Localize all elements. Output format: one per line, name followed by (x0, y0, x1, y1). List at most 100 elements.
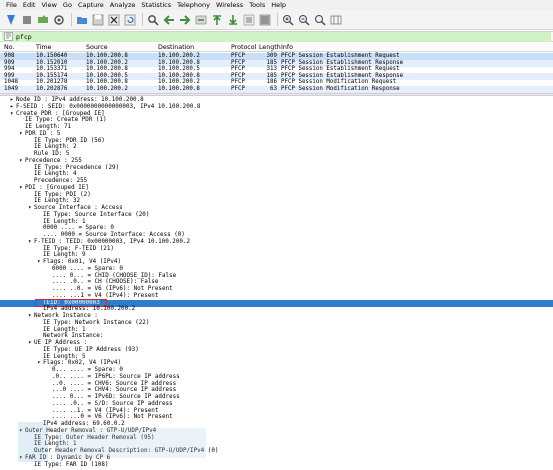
first-packet-icon[interactable] (210, 13, 223, 26)
display-filter-bar: pfcp (0, 31, 553, 42)
toolbar-separator (71, 13, 72, 26)
tree-text: IE Type: UE IP Address (93) (43, 346, 139, 353)
zoom-normal-icon[interactable] (313, 13, 326, 26)
tree-text: Rule ID: 5 (34, 151, 70, 157)
packet-cell-source: 10.100.200.2 (86, 86, 128, 92)
tree-text: IE Type: PDI (2) (34, 191, 91, 198)
packet-row[interactable]: 1049 10.202876 10.100.200.2 10.100.200.8 PFC… (0, 86, 553, 93)
tree-text: ..0. .... = CHV6: Source IP address (52, 380, 177, 387)
start-capture-icon[interactable] (4, 13, 17, 26)
close-file-icon[interactable] (107, 13, 120, 26)
menu-view[interactable]: View (41, 0, 56, 10)
column-header-no[interactable]: No. (4, 44, 14, 51)
menu-tools[interactable]: Tools (249, 0, 265, 10)
tree-text: 0000 .... = Spare: 0 (52, 265, 123, 272)
column-header-info[interactable]: Info (281, 44, 293, 51)
column-header-time[interactable]: Time (36, 44, 51, 51)
tree-text: ...0 .... = CHV4: Source IP address (52, 387, 177, 394)
menu-file[interactable]: File (6, 0, 17, 10)
menu-edit[interactable]: Edit (23, 0, 36, 10)
tree-text: Create PDR : [Grouped IE] (16, 110, 105, 117)
tree-text: IE Type: Source Interface (20) (43, 211, 150, 218)
packet-cell-time: 10.202876 (36, 86, 68, 92)
menu-help[interactable]: Help (271, 0, 286, 10)
open-file-icon[interactable] (75, 13, 88, 26)
tree-text: IE Type: F-TEID (21) (43, 245, 114, 252)
packet-list-header: No. Time Source Destination Protocol Len… (0, 43, 553, 52)
packet-cell-protocol: PFCP (231, 86, 245, 92)
colorize-icon[interactable] (258, 13, 271, 26)
menu-go[interactable]: Go (63, 0, 72, 10)
tree-text: 0000 .... = Spare: 0 (43, 225, 114, 232)
find-packet-icon[interactable] (146, 13, 159, 26)
restart-capture-icon[interactable] (36, 13, 49, 26)
tree-text: IE Length: 32 (34, 198, 81, 205)
tree-text: .... ..0. = V6 (IPv6): Not Present (52, 286, 173, 292)
tree-text: Network Instance : (34, 313, 98, 319)
reload-icon[interactable] (123, 13, 136, 26)
display-filter-value[interactable]: pfcp (16, 33, 32, 41)
display-filter-input[interactable] (2, 32, 551, 42)
tree-text: IE Length: 4 (34, 171, 77, 178)
go-back-icon[interactable] (162, 13, 175, 26)
bookmark-icon[interactable] (4, 32, 13, 41)
zoom-in-icon[interactable] (281, 13, 294, 26)
last-packet-icon[interactable] (226, 13, 239, 26)
tree-text: Flags: 0x01, V4 (IPv4) (43, 259, 122, 265)
menu-bar: File Edit View Go Capture Analyze Statis… (0, 0, 553, 10)
tree-text: IE Length: 5 (43, 353, 86, 360)
toolbar-separator (142, 13, 143, 26)
resize-columns-icon[interactable] (329, 13, 342, 26)
tree-text: .... 0... = CHID (CHOOSE_ID): False (52, 272, 177, 279)
tree-text: IE Type: Precedence (29) (34, 164, 120, 171)
tree-text: IE Type: Network Instance (22) (43, 319, 150, 326)
capture-options-icon[interactable] (52, 13, 65, 26)
packet-cell-info: PFCP Session Modification Response (281, 86, 400, 92)
go-forward-icon[interactable] (178, 13, 191, 26)
save-file-icon[interactable] (91, 13, 104, 26)
column-header-length[interactable]: Length (259, 44, 281, 51)
main-toolbar (0, 10, 553, 30)
go-to-packet-icon[interactable] (194, 13, 207, 26)
tree-text: Precedence : 255 (25, 157, 82, 164)
column-header-destination[interactable]: Destination (158, 44, 194, 51)
stop-capture-icon[interactable] (20, 13, 33, 26)
watermark-logo (18, 422, 206, 462)
tree-text: .... 0000 = Source Interface: Access (0) (43, 232, 185, 238)
tree-text: Precedence: 255 (34, 178, 88, 184)
tree-text: IE Length: 2 (34, 144, 77, 151)
tree-text: IE Length: 1 (43, 326, 86, 333)
tree-text: Network Instance: (43, 333, 104, 340)
tree-text: UE IP Address : (34, 340, 88, 346)
tree-text: Flags: 0x02, V4 (IPv4) (43, 360, 122, 367)
tree-text: .... ..1. = V4 (IPv4): Present (52, 407, 159, 414)
tree-text: .... 0... = IPv6D: Source IP address (52, 394, 180, 400)
tree-text: PDI : [Grouped IE] (25, 184, 89, 191)
toolbar-separator (277, 13, 278, 26)
tree-text: .0.. .... = IP6PL: Source IP address (52, 373, 180, 380)
packet-cell-no: 1049 (4, 86, 18, 92)
tree-text: IE Length: 1 (43, 218, 86, 225)
menu-telephony[interactable]: Telephony (177, 0, 210, 10)
menu-analyze[interactable]: Analyze (110, 0, 136, 10)
menu-capture[interactable]: Capture (78, 0, 104, 10)
tree-text: 0... .... = Spare: 0 (52, 367, 123, 373)
column-header-protocol[interactable]: Protocol (231, 44, 256, 51)
tree-text: F-TEID : TEID: 0x00000003, IPv4 10.100.2… (34, 238, 191, 245)
auto-scroll-icon[interactable] (242, 13, 255, 26)
tree-text: IE Type: PDR ID (56) (34, 137, 105, 144)
tree-text: .... .0.. = CH (CHOOSE): False (52, 279, 159, 286)
tree-text: Node ID : IPv4 address: 10.100.200.8 (16, 97, 144, 103)
packet-cell-length: 63 (270, 86, 277, 92)
packet-list: No. Time Source Destination Protocol Len… (0, 43, 553, 93)
menu-wireless[interactable]: Wireless (216, 0, 243, 10)
menu-statistics[interactable]: Statistics (141, 0, 171, 10)
packet-cell-destination: 10.100.200.8 (158, 86, 200, 92)
zoom-out-icon[interactable] (297, 13, 310, 26)
packet-details-tree: ▸ Node ID : IPv4 address: 10.100.200.8 ▸ F-… (0, 96, 553, 470)
column-header-source[interactable]: Source (86, 44, 108, 51)
tree-text: PDR ID : 5 (25, 130, 61, 137)
tree-text: .... .0.. = S/D: Source IP address (52, 400, 173, 407)
tree-text: IE Type: Create PDR (1) (25, 117, 107, 124)
tree-text: F-SEID : SEID: 0x0000000000000003, IPv4 … (16, 103, 201, 110)
